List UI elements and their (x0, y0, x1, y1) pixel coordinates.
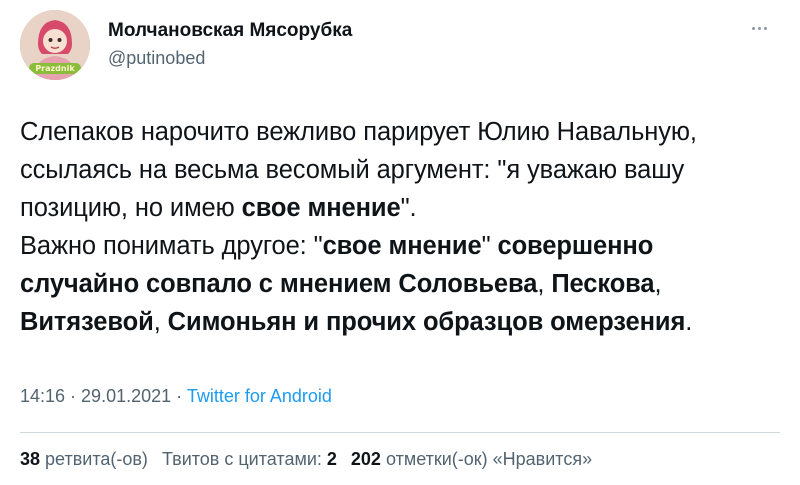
meta-separator: · (65, 386, 82, 406)
likes-count: 202 (350, 449, 381, 469)
username-handle[interactable]: @putinobed (108, 48, 205, 69)
tweet-text-segment: . (685, 308, 693, 336)
tweet-meta: 14:16 · 29.01.2021 · Twitter for Android (20, 386, 332, 407)
tweet-text-segment: , (153, 308, 168, 336)
tweet-source-link[interactable]: Twitter for Android (187, 386, 332, 406)
tweet-text-line: случайно совпало с мнением Соловьева, Пе… (20, 265, 790, 303)
tweet-text-segment: Слепаков нарочито вежливо парирует Юлию … (20, 118, 697, 146)
tweet-stats: 38 ретвита(-ов) Твитов с цитатами: 2 202… (20, 449, 606, 470)
avatar-badge: Prazdnik (35, 64, 75, 73)
tweet-text-bold: Симоньян и прочих образцов омерзения (167, 308, 686, 336)
tweet-text-line: ссылаясь на весьма весомый аргумент: "я … (20, 151, 790, 189)
likes-stat[interactable]: 202 отметки(-ок) «Нравится» (351, 449, 592, 470)
divider (20, 432, 780, 433)
tweet-text-line: позицию, но имею свое мнение". (20, 189, 790, 227)
tweet-text-segment: , (537, 270, 552, 298)
tweet-date[interactable]: 29.01.2021 (81, 386, 171, 406)
tweet-text-segment: позицию, но имею (20, 194, 242, 222)
tweet-time[interactable]: 14:16 (20, 386, 65, 406)
quotes-label: Твитов с цитатами: (161, 449, 327, 469)
tweet-text: Слепаков нарочито вежливо парирует Юлию … (20, 113, 790, 341)
likes-label: отметки(-ок) «Нравится» (380, 449, 593, 469)
quotes-count: 2 (326, 449, 337, 469)
tweet-text-line: Витязевой, Симоньян и прочих образцов ом… (20, 303, 790, 341)
tweet-text-segment: ". (400, 194, 417, 222)
tweet-text-bold: Пескова (551, 270, 655, 298)
meta-separator-2: · (171, 386, 187, 406)
tweet-text-segment: ссылаясь на весьма весомый аргумент: "я … (20, 156, 685, 184)
tweet-text-bold: Витязевой (20, 308, 154, 336)
tweet-text-bold: свое мнение (241, 194, 401, 222)
tweet-text-segment: Важно понимать другое: " (20, 232, 323, 260)
display-name[interactable]: Молчановская Мясорубка (108, 20, 352, 42)
tweet-text-bold: совершенно (497, 232, 654, 260)
tweet-text-segment: " (481, 232, 498, 260)
tweet-text-segment: , (654, 270, 662, 298)
avatar[interactable]: Prazdnik (20, 10, 90, 80)
tweet-text-bold: случайно совпало с мнением Соловьева (20, 270, 538, 298)
retweets-label: ретвита(-ов) (40, 449, 148, 469)
tweet-text-line: Слепаков нарочито вежливо парирует Юлию … (20, 113, 790, 151)
tweet-text-line: Важно понимать другое: "свое мнение" сов… (20, 227, 790, 265)
tweet-text-bold: свое мнение (322, 232, 482, 260)
tweet-card: Prazdnik Молчановская Мясорубка @putinob… (0, 0, 800, 485)
retweets-stat[interactable]: 38 ретвита(-ов) (20, 449, 148, 470)
retweets-count: 38 (20, 449, 41, 469)
more-horizontal-icon[interactable] (752, 22, 776, 34)
quotes-stat[interactable]: Твитов с цитатами: 2 (162, 449, 337, 470)
